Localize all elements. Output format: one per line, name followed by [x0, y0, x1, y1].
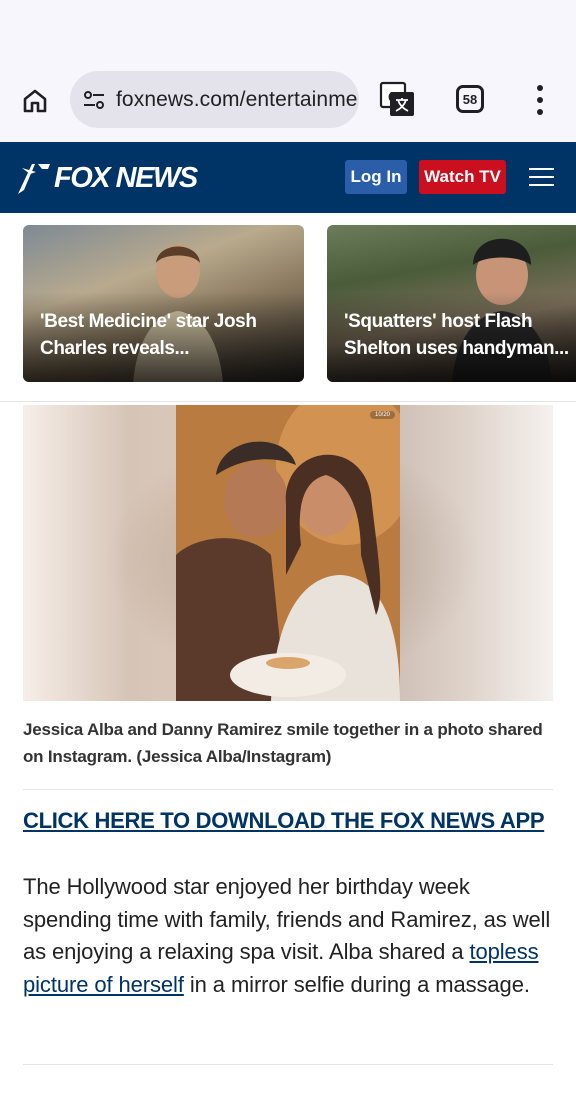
article-paragraph: The Hollywood star enjoyed her birthday … — [23, 871, 553, 1001]
related-stories-carousel: 'Best Medicine' star Josh Charles reveal… — [0, 213, 576, 402]
paragraph-text: in a mirror selfie during a massage. — [183, 971, 530, 997]
svg-text:G: G — [388, 89, 400, 106]
watch-tv-button[interactable]: Watch TV — [419, 160, 506, 194]
tabs-icon[interactable]: 58 — [456, 85, 484, 113]
login-button[interactable]: Log In — [345, 160, 407, 194]
url-text: foxnews.com/entertainme — [116, 87, 358, 111]
download-app-link[interactable]: CLICK HERE TO DOWNLOAD THE FOX NEWS APP — [23, 808, 545, 834]
address-bar[interactable]: foxnews.com/entertainme — [70, 71, 359, 128]
article-image-gallery[interactable]: 10/20 — [23, 405, 553, 701]
related-story-title: 'Squatters' host Flash Shelton uses hand… — [344, 311, 569, 359]
related-story-title: 'Best Medicine' star Josh Charles reveal… — [40, 311, 257, 359]
site-header: FOX NEWS Log In Watch TV — [0, 142, 576, 213]
image-caption: Jessica Alba and Danny Ramirez smile tog… — [23, 720, 543, 766]
article-photo: 10/20 — [176, 405, 400, 701]
divider — [23, 789, 553, 790]
home-button[interactable] — [16, 82, 54, 120]
more-vert-icon[interactable] — [526, 80, 554, 120]
translate-icon: G — [379, 81, 414, 116]
status-bar — [0, 0, 576, 60]
tune-icon[interactable] — [82, 88, 106, 112]
translate-button[interactable]: G — [378, 80, 416, 118]
browser-toolbar: foxnews.com/entertainme G 58 — [0, 60, 576, 142]
divider — [23, 1064, 553, 1065]
gallery-counter: 10/20 — [370, 411, 396, 419]
home-icon — [23, 89, 47, 113]
related-story-card[interactable]: 'Squatters' host Flash Shelton uses hand… — [327, 225, 576, 382]
related-story-card[interactable]: 'Best Medicine' star Josh Charles reveal… — [23, 225, 304, 382]
fox-logo-mark-icon — [18, 164, 50, 194]
logo-wordmark: FOX NEWS — [54, 161, 198, 194]
fox-news-logo[interactable]: FOX NEWS — [16, 160, 198, 196]
hamburger-menu-icon[interactable] — [529, 168, 554, 186]
